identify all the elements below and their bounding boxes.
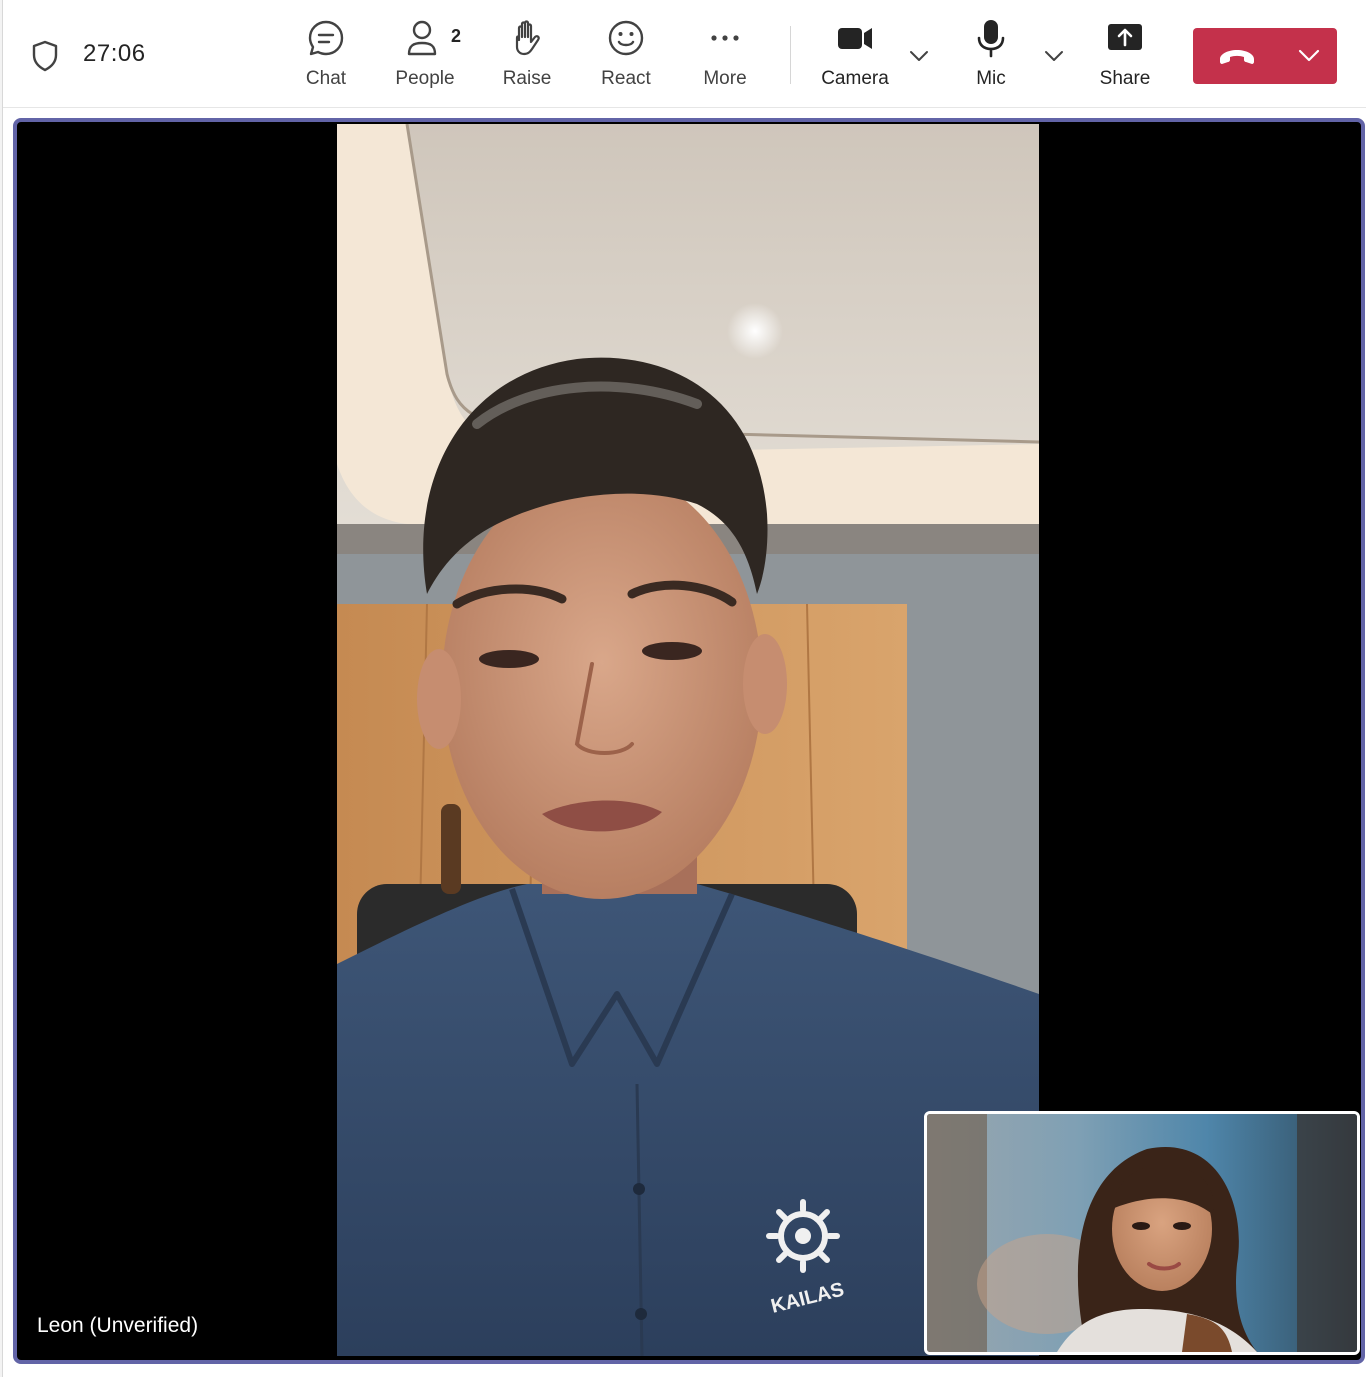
shirt-logo-icon — [766, 1199, 840, 1273]
leave-options-chevron-icon[interactable] — [1281, 28, 1337, 84]
meeting-window: 27:06 Chat 2 People Raise React More Cam… — [2, 0, 1366, 1377]
meeting-toolbar: 27:06 Chat 2 People Raise React More Cam… — [3, 0, 1366, 108]
more-button[interactable]: More — [685, 18, 765, 98]
more-label: More — [703, 68, 747, 89]
raise-hand-button[interactable]: Raise — [487, 18, 567, 98]
meeting-timer: 27:06 — [83, 40, 146, 67]
microphone-icon — [971, 18, 1011, 58]
people-label: People — [395, 68, 455, 89]
share-label: Share — [1099, 68, 1151, 89]
toolbar-divider — [790, 26, 791, 84]
hang-up-icon[interactable] — [1193, 28, 1281, 84]
share-screen-icon — [1105, 18, 1145, 58]
smiley-icon — [606, 18, 646, 58]
chat-icon — [306, 18, 346, 58]
camera-icon — [835, 18, 875, 58]
react-button[interactable]: React — [586, 18, 666, 98]
more-dots-icon — [705, 18, 745, 58]
raise-label: Raise — [502, 68, 552, 89]
share-button[interactable]: Share — [1085, 18, 1165, 98]
hand-icon — [507, 18, 547, 58]
mic-label: Mic — [976, 68, 1006, 89]
leave-call-button[interactable] — [1193, 28, 1337, 84]
chat-label: Chat — [305, 68, 347, 89]
mic-options-chevron-icon[interactable] — [1042, 44, 1066, 68]
people-icon: 2 — [405, 18, 461, 58]
camera-button[interactable]: Camera — [815, 18, 895, 98]
react-label: React — [601, 68, 651, 89]
shield-icon[interactable] — [31, 40, 59, 72]
video-stage: KAILAS Leon (Unverified) — [13, 118, 1365, 1364]
mic-button[interactable]: Mic — [951, 18, 1031, 98]
people-count-badge: 2 — [451, 26, 462, 46]
camera-options-chevron-icon[interactable] — [907, 44, 931, 68]
camera-label: Camera — [821, 68, 889, 89]
chat-button[interactable]: Chat — [286, 18, 366, 98]
people-button[interactable]: 2 People — [385, 18, 465, 98]
self-view-video[interactable] — [924, 1111, 1360, 1355]
main-participant-name: Leon (Unverified) — [37, 1314, 199, 1337]
self-view-frame — [927, 1114, 1357, 1352]
